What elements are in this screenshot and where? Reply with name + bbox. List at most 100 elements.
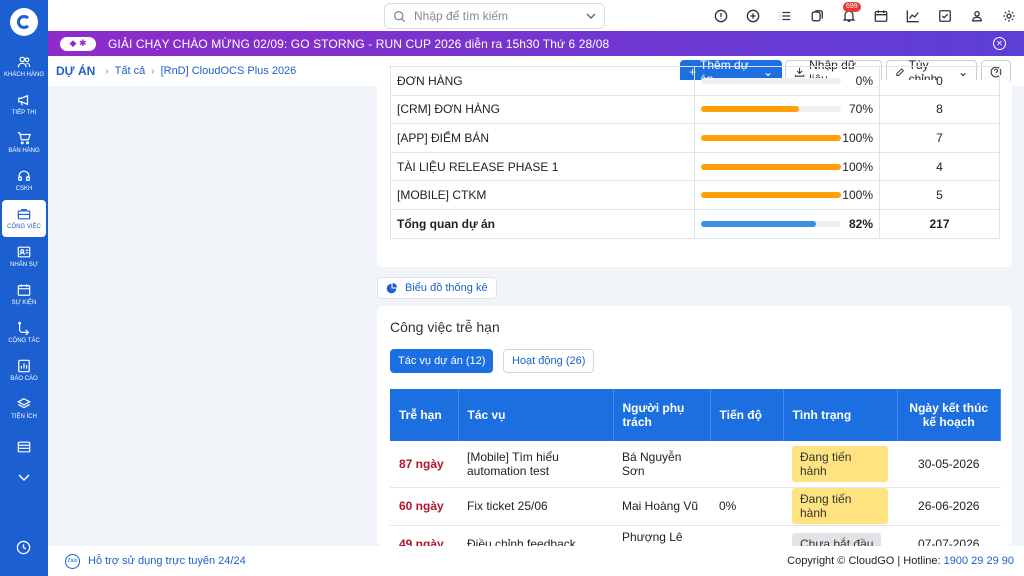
table-row[interactable]: TÀI LIỆU RELEASE PHASE 1 100% 4 bbox=[390, 151, 1000, 182]
add-icon[interactable] bbox=[741, 6, 764, 26]
hotline-link[interactable]: 1900 29 29 90 bbox=[944, 555, 1014, 567]
due-date: 30-05-2026 bbox=[897, 441, 1001, 488]
column-header-task[interactable]: Tác vụ bbox=[458, 389, 614, 441]
owner-name[interactable]: Phượng Lê Dương Hoàng bbox=[613, 525, 710, 546]
megaphone-icon bbox=[18, 94, 29, 106]
overdue-title: Công việc trễ hạn bbox=[390, 319, 500, 335]
support-link[interactable]: Hỗ trợ sử dụng trực tuyến 24/24 bbox=[88, 555, 246, 567]
total-row[interactable]: Tổng quan dự án 82% 217 bbox=[390, 208, 1000, 239]
banner-text[interactable]: GIẢI CHẠY CHÀO MỪNG 02/09: GO STORNG - R… bbox=[108, 37, 609, 51]
progress-cell: 100% bbox=[694, 151, 880, 182]
chevron-down-icon[interactable] bbox=[586, 12, 596, 20]
bell-icon[interactable]: 699 bbox=[837, 2, 861, 26]
user-icon[interactable] bbox=[965, 6, 988, 26]
table-row[interactable]: 87 ngày [Mobile] Tìm hiểu automation test… bbox=[390, 441, 1001, 488]
page-title[interactable]: DỰ ÁN bbox=[56, 64, 95, 78]
statistics-chart-label: Biểu đồ thống kê bbox=[405, 282, 488, 294]
sidebar-item-events[interactable]: SỰ KIỆN bbox=[2, 276, 46, 313]
breadcrumb-current[interactable]: [RnD] CloudOCS Plus 2026 bbox=[161, 65, 297, 77]
column-header-status[interactable]: Tình trạng bbox=[783, 389, 898, 441]
report-icon bbox=[18, 359, 30, 373]
table-row[interactable]: 60 ngày Fix ticket 25/06 Mai Hoàng Vũ 0% Đan… bbox=[390, 487, 1001, 526]
chart-icon[interactable] bbox=[901, 6, 924, 26]
search-input[interactable]: Nhập để tìm kiếm bbox=[384, 3, 605, 29]
footer: Zalo Hỗ trợ sử dụng trực tuyến 24/24 Cop… bbox=[48, 546, 1024, 576]
gear-icon[interactable] bbox=[997, 6, 1020, 26]
task-progress bbox=[710, 441, 783, 488]
progress-cell: 0% bbox=[694, 66, 880, 96]
progress-bar-fill bbox=[701, 134, 841, 141]
sidebar-item-work[interactable]: CÔNG VIỆC bbox=[2, 200, 46, 237]
progress-percent: 70% bbox=[848, 102, 873, 117]
list-icon[interactable] bbox=[773, 6, 796, 26]
column-header-progress[interactable]: Tiến độ bbox=[710, 389, 784, 441]
top-bar: Nhập để tìm kiếm 699 bbox=[48, 0, 1024, 31]
task-count: 217 bbox=[879, 208, 1000, 239]
progress-cell: 70% bbox=[694, 94, 880, 125]
statistics-chart-button[interactable]: Biểu đồ thống kê bbox=[377, 277, 497, 299]
column-header-due[interactable]: Ngày kết thúc kế hoạch bbox=[897, 389, 1001, 441]
sidebar-item-collab[interactable]: CỘNG TÁC bbox=[2, 314, 46, 351]
sidebar-item-hr[interactable]: NHÂN SỰ bbox=[2, 238, 46, 275]
share-icon bbox=[18, 321, 30, 335]
progress-bar bbox=[701, 134, 841, 141]
calendar-icon[interactable] bbox=[869, 6, 892, 26]
layers-icon bbox=[17, 398, 31, 409]
column-header-late[interactable]: Trễ hạn bbox=[390, 389, 459, 441]
progress-cell: 82% bbox=[694, 208, 880, 239]
table-row[interactable]: 49 ngàyĐiều chỉnh feedbackPhượng Lê Dươn… bbox=[390, 525, 1001, 546]
task-count: 0 bbox=[879, 66, 1000, 96]
logo[interactable] bbox=[10, 8, 38, 36]
due-date: 07-07-2026 bbox=[897, 525, 1001, 546]
progress-cell: 100% bbox=[694, 123, 880, 153]
sidebar-item-customers[interactable]: KHÁCH HÀNG bbox=[2, 48, 46, 85]
copy-icon[interactable] bbox=[805, 6, 828, 26]
table-row[interactable]: [MOBILE] CTKM 100% 5 bbox=[390, 180, 1000, 210]
pie-chart-icon bbox=[386, 282, 397, 293]
project-name[interactable]: [MOBILE] CTKM bbox=[390, 180, 695, 210]
table-row[interactable]: [APP] ĐIỂM BÁN 100% 7 bbox=[390, 123, 1000, 153]
task-name[interactable]: Fix ticket 25/06 bbox=[458, 487, 613, 526]
gamepad-icon[interactable]: ◆ ✱ bbox=[60, 36, 96, 51]
column-header-owner[interactable]: Người phụ trách bbox=[613, 389, 711, 441]
sidebar-item-label: CSKH bbox=[15, 186, 33, 192]
late-days: 49 ngày bbox=[390, 525, 458, 546]
search-placeholder: Nhập để tìm kiếm bbox=[414, 9, 509, 23]
checkbox-icon[interactable] bbox=[933, 6, 956, 26]
project-name[interactable]: Tổng quan dự án bbox=[390, 208, 695, 239]
progress-bar-fill bbox=[701, 163, 841, 170]
sidebar-item-table[interactable] bbox=[2, 428, 46, 465]
tab-activities[interactable]: Hoạt động (26) bbox=[503, 349, 595, 373]
alert-icon[interactable] bbox=[709, 6, 732, 26]
progress-bar bbox=[701, 220, 841, 227]
table-row[interactable]: ĐƠN HÀNG 0% 0 bbox=[390, 66, 1000, 96]
sidebar-item-utilities[interactable]: TIỆN ÍCH bbox=[2, 390, 46, 427]
progress-bar-fill bbox=[701, 220, 816, 227]
progress-bar bbox=[701, 77, 841, 84]
sidebar-item-label: BÁO CÁO bbox=[10, 376, 38, 382]
task-name[interactable]: Điều chỉnh feedback bbox=[458, 525, 613, 546]
project-name[interactable]: [CRM] ĐƠN HÀNG bbox=[390, 94, 695, 125]
close-icon[interactable]: ✕ bbox=[993, 37, 1006, 50]
chevron-right-icon: › bbox=[151, 65, 155, 77]
progress-bar bbox=[701, 163, 841, 170]
announcement-banner: ◆ ✱ GIẢI CHẠY CHÀO MỪNG 02/09: GO STORNG… bbox=[48, 31, 1024, 56]
owner-name[interactable]: Bá Nguyễn Sơn bbox=[613, 441, 710, 488]
sidebar-item-support[interactable]: CSKH bbox=[2, 162, 46, 199]
sidebar-item-marketing[interactable]: TIẾP THỊ bbox=[2, 86, 46, 123]
sidebar-item-reports[interactable]: BÁO CÁO bbox=[2, 352, 46, 389]
task-name[interactable]: [Mobile] Tìm hiểu automation test bbox=[458, 441, 613, 488]
zalo-icon[interactable]: Zalo bbox=[65, 553, 80, 569]
breadcrumb-all[interactable]: Tất cả bbox=[115, 65, 146, 77]
project-name[interactable]: TÀI LIỆU RELEASE PHASE 1 bbox=[390, 151, 695, 182]
owner-name[interactable]: Mai Hoàng Vũ bbox=[613, 487, 710, 526]
tab-project-tasks[interactable]: Tác vụ dự án (12) bbox=[390, 349, 494, 373]
table-row[interactable]: [CRM] ĐƠN HÀNG 70% 8 bbox=[390, 94, 1000, 125]
chevron-down-icon[interactable] bbox=[17, 472, 31, 486]
sidebar-item-sales[interactable]: BÁN HÀNG bbox=[2, 124, 46, 161]
clock-icon[interactable] bbox=[16, 540, 31, 558]
progress-cell: 100% bbox=[694, 180, 880, 210]
sidebar-item-label: TIỆN ÍCH bbox=[11, 414, 37, 420]
project-name[interactable]: [APP] ĐIỂM BÁN bbox=[390, 123, 695, 153]
project-name[interactable]: ĐƠN HÀNG bbox=[390, 66, 695, 96]
